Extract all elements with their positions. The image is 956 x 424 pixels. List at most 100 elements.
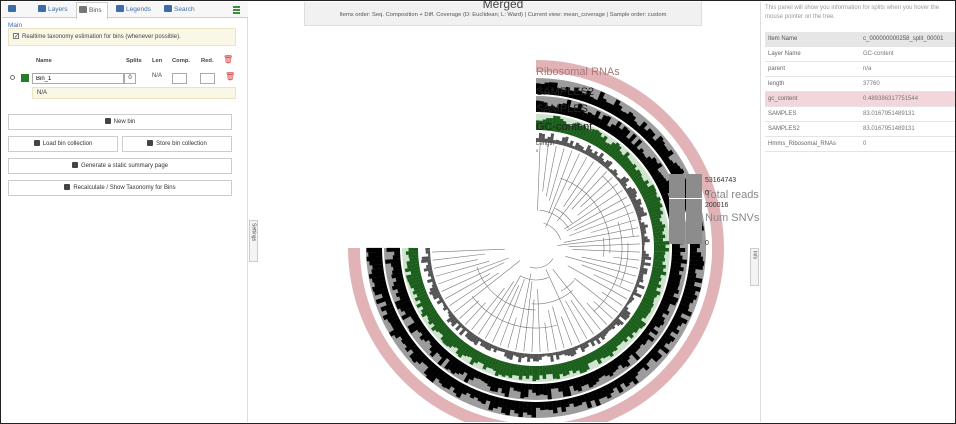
gc-content-bar[interactable] [653,244,666,249]
realtime-taxonomy-checkbox[interactable] [13,29,19,45]
samples2-bar[interactable] [689,243,700,249]
dendrogram-branch[interactable] [432,253,486,261]
dendrogram-branch[interactable] [459,300,479,319]
length-bar[interactable] [641,233,645,237]
samples2-bar[interactable] [366,247,383,253]
length-bar[interactable] [641,248,645,251]
dendrogram-branch[interactable] [433,259,478,269]
dendrogram-branch[interactable] [531,299,535,352]
tab-layers[interactable]: Layers [36,2,72,18]
dendrogram-branch[interactable] [432,248,505,253]
dendrogram-branch[interactable] [574,277,618,313]
dendrogram-branch[interactable] [586,302,607,325]
length-bar[interactable] [425,247,431,251]
dendrogram-arc[interactable] [602,237,605,257]
samples2-bar[interactable] [689,248,697,253]
bin-select-radio[interactable] [10,75,15,80]
dendrogram-branch[interactable] [564,189,623,230]
length-bar[interactable] [541,353,545,357]
dendrogram-branch[interactable] [548,150,573,214]
dendrogram-branch[interactable] [537,144,541,211]
dendrogram-branch[interactable] [572,249,640,253]
dendrogram-branch[interactable] [557,235,640,246]
samples2-bar[interactable] [531,401,536,418]
dendrogram-branch[interactable] [465,302,486,325]
dendrogram[interactable] [432,144,640,352]
dendrogram-branch[interactable] [571,171,607,210]
dendrogram-branch[interactable] [507,317,517,349]
generate-summary-button[interactable]: Generate a static summary page [8,158,232,174]
length-bar[interactable] [425,250,431,254]
samples2-bar[interactable] [539,401,545,411]
samples2-bar[interactable] [689,252,702,257]
dendrogram-branch[interactable] [545,145,557,197]
dendrogram-branch[interactable] [557,166,601,222]
dendrogram-branch[interactable] [552,306,565,349]
length-bar[interactable] [530,353,534,359]
dendrogram-branch[interactable] [537,288,541,352]
dendrogram-branch[interactable] [445,273,491,300]
samples-bar[interactable] [532,383,536,393]
dendrogram-branch[interactable] [523,281,533,352]
gc-content-bar[interactable] [653,248,669,252]
dendrogram-branch[interactable] [565,256,637,277]
tab-legends[interactable]: Legends [114,2,158,18]
dendrogram-branch[interactable] [471,287,505,330]
dendrogram-branch[interactable] [438,257,509,285]
dendrogram-branch[interactable] [484,275,521,339]
dendrogram-branch[interactable] [580,177,613,208]
recalculate-taxonomy-button[interactable]: Recalculate / Show Taxonomy for Bins [8,180,232,196]
length-bar[interactable] [544,353,548,356]
dendrogram-arc[interactable] [619,242,629,286]
length-bar[interactable] [535,353,539,362]
samples-bar[interactable] [386,247,401,252]
tab-main[interactable]: Main [6,2,32,29]
dendrogram-branch[interactable] [613,256,640,261]
load-bin-collection-button[interactable]: Load bin collection [8,136,118,152]
realtime-taxonomy-option[interactable]: Realtime taxonomy estimation for bins (w… [8,28,236,46]
dendrogram-branch[interactable] [593,301,613,319]
new-bin-button[interactable]: New bin [8,114,232,130]
length-bar[interactable] [641,250,646,254]
dendrogram-arc[interactable] [539,209,569,229]
dendrogram-branch[interactable] [549,147,565,201]
dendrogram-branch[interactable] [542,144,549,192]
samples-bar[interactable] [535,383,540,396]
samples-bar[interactable] [671,244,680,249]
delete-bin-icon[interactable]: 🗑 [225,72,235,81]
samples2-bar[interactable] [527,401,532,415]
dendrogram-branch[interactable] [574,204,631,231]
gc-content-bar[interactable] [529,365,533,376]
delete-all-bins-icon[interactable]: 🗑 [223,55,233,64]
samples-bar[interactable] [550,382,555,389]
dendrogram-branch[interactable] [544,322,549,352]
dendrogram-arc[interactable] [529,258,554,269]
length-bar[interactable] [428,253,431,257]
dendrogram-branch[interactable] [590,219,637,233]
samples2-bar[interactable] [368,251,383,257]
tab-search[interactable]: Search [162,2,202,18]
samples-bar[interactable] [392,255,401,260]
samples-bar[interactable] [539,383,544,395]
bin-splits-count[interactable]: 0 [124,73,136,84]
length-bar[interactable] [641,259,646,263]
length-bar[interactable] [641,245,645,249]
samples2-bar[interactable] [535,401,541,408]
menu-icon[interactable] [233,6,240,14]
length-bar[interactable] [552,352,556,356]
samples-bar[interactable] [671,251,681,256]
dendrogram-arc[interactable] [476,266,536,311]
length-bar[interactable] [427,261,432,266]
length-bar[interactable] [532,353,536,362]
samples-bar[interactable] [671,248,686,252]
dendrogram-branch[interactable] [560,316,573,346]
store-bin-collection-button[interactable]: Store bin collection [122,136,232,152]
gc-content-bar[interactable] [539,365,543,376]
length-bar[interactable] [638,220,642,224]
dendrogram-branch[interactable] [435,260,490,277]
dendrogram-branch[interactable] [581,256,639,269]
length-bar[interactable] [547,353,551,357]
dendrogram-branch[interactable] [568,243,640,248]
length-bar[interactable] [538,353,542,360]
gc-content-bar[interactable] [408,247,419,252]
